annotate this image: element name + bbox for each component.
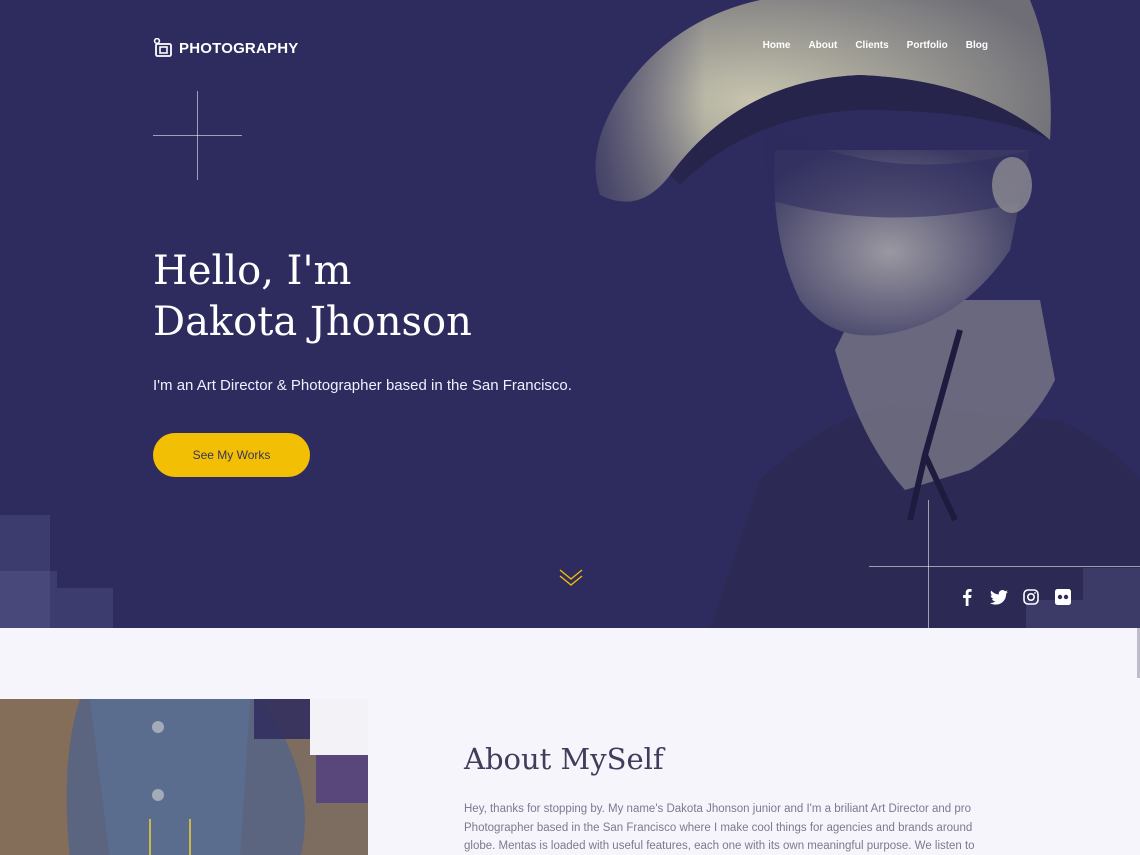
nav-clients[interactable]: Clients: [855, 40, 888, 51]
hero-section: PHOTOGRAPHY Home About Clients Portfolio…: [0, 0, 1140, 628]
flickr-icon[interactable]: [1054, 587, 1072, 607]
scroll-down-chevron-icon[interactable]: [558, 566, 584, 588]
instagram-icon[interactable]: [1022, 587, 1040, 607]
hero-title-line1: Hello, I'm: [153, 248, 352, 294]
about-photo-image: [0, 699, 368, 855]
about-title: About MySelf: [464, 742, 664, 776]
twitter-icon[interactable]: [990, 587, 1008, 607]
hero-portrait-image: [560, 0, 1140, 628]
hero-subtitle: I'm an Art Director & Photographer based…: [153, 377, 572, 394]
about-text: Hey, thanks for stopping by. My name's D…: [464, 803, 975, 852]
facebook-icon[interactable]: [958, 587, 976, 607]
brand-logo[interactable]: PHOTOGRAPHY: [153, 38, 298, 58]
brand-name: PHOTOGRAPHY: [179, 39, 299, 57]
social-links: [958, 587, 1072, 607]
hero-title: Hello, I'm Dakota Jhonson: [153, 246, 472, 348]
camera-icon: [153, 38, 172, 57]
decorative-square: [0, 571, 57, 628]
hero-title-line2: Dakota Jhonson: [153, 299, 472, 345]
main-nav: Home About Clients Portfolio Blog: [763, 40, 988, 51]
decorative-square: [1083, 568, 1140, 628]
decorative-line-vertical: [928, 500, 929, 628]
decorative-cross-vertical: [197, 91, 198, 180]
nav-home[interactable]: Home: [763, 40, 791, 51]
nav-portfolio[interactable]: Portfolio: [907, 40, 948, 51]
nav-blog[interactable]: Blog: [966, 40, 988, 51]
decorative-line-horizontal: [869, 566, 1140, 567]
nav-about[interactable]: About: [808, 40, 837, 51]
see-my-works-button[interactable]: See My Works: [153, 433, 310, 477]
decorative-square: [57, 588, 113, 628]
